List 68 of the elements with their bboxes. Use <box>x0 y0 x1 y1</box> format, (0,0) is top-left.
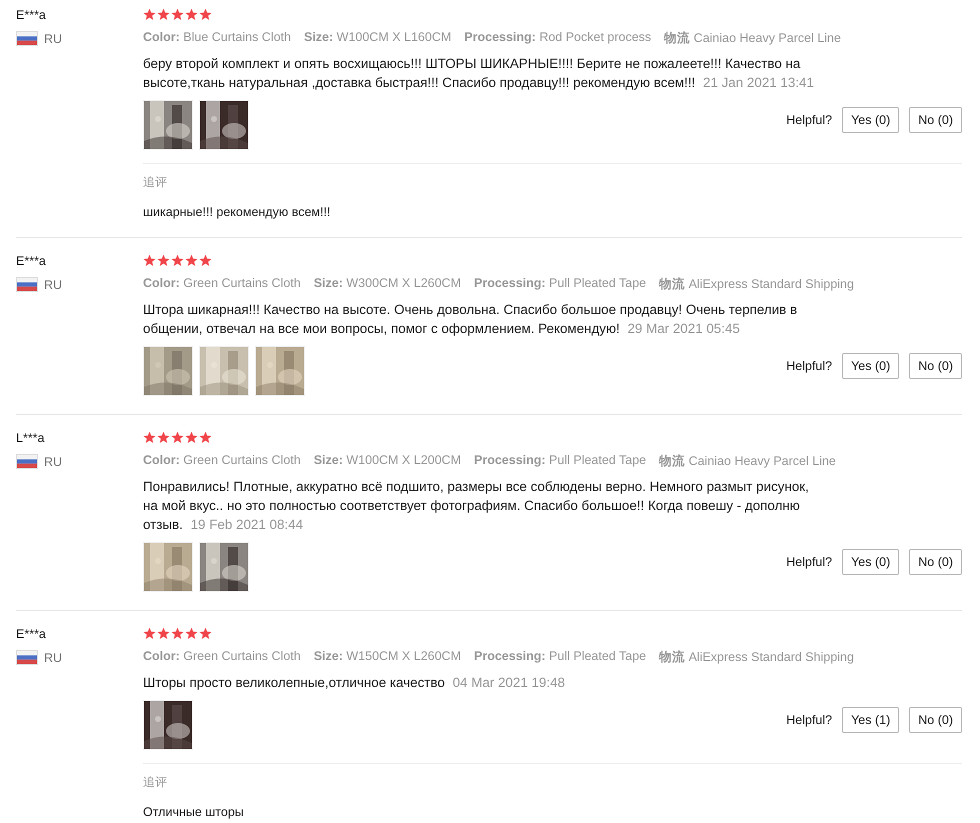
star-icon <box>185 431 198 444</box>
country-code: RU <box>44 32 62 46</box>
user-name: E***a <box>16 8 46 22</box>
product-attribute: Size: W100CM X L160CM <box>304 30 452 46</box>
yes-button[interactable]: Yes (0) <box>842 353 900 379</box>
star-icon <box>171 431 184 444</box>
star-icon <box>185 8 198 21</box>
country-code: RU <box>44 454 62 468</box>
no-button[interactable]: No (0) <box>909 353 962 379</box>
review-text: Понравились! Плотные, аккуратно всё подшито, размеры все соблюдены верно. Немного размыт рисунок, на мой вкус.. но это полностью соответствует фотографиям. Спасибо большое!! Когда повешу - дополню отзыв. 19 Feb 2021 08:44 <box>143 478 810 534</box>
product-attribute: Processing: Pull Pleated Tape <box>474 649 646 665</box>
star-icon <box>143 8 156 21</box>
user-name: E***a <box>16 254 46 268</box>
product-attribute: 物流 Cainiao Heavy Parcel Line <box>659 453 836 470</box>
star-icon <box>157 431 170 444</box>
star-icon <box>185 254 198 267</box>
product-attribute: Processing: Rod Pocket process <box>464 30 652 46</box>
no-button[interactable]: No (0) <box>909 707 962 733</box>
russia-flag-icon <box>16 277 38 292</box>
followup-label: 追评 <box>143 174 167 191</box>
star-icon <box>143 627 156 640</box>
product-attribute: Color: Blue Curtains Cloth <box>143 30 291 46</box>
helpful-label: Helpful? <box>786 555 832 569</box>
helpful-label: Helpful? <box>786 713 832 727</box>
no-button[interactable]: No (0) <box>909 549 962 575</box>
helpful-label: Helpful? <box>786 359 832 373</box>
star-icon <box>157 254 170 267</box>
star-icon <box>157 627 170 640</box>
country-code: RU <box>44 278 62 292</box>
star-icon <box>185 627 198 640</box>
helpful-label: Helpful? <box>786 113 832 127</box>
product-attribute: Processing: Pull Pleated Tape <box>474 453 646 469</box>
yes-button[interactable]: Yes (1) <box>842 707 900 733</box>
product-attribute: Size: W100CM X L200CM <box>314 453 461 469</box>
star-icon <box>199 431 212 444</box>
star-icon <box>199 8 212 21</box>
product-attribute: 物流 AliExpress Standard Shipping <box>659 276 854 293</box>
yes-button[interactable]: Yes (0) <box>842 107 900 133</box>
star-icon <box>157 8 170 21</box>
review-text: беру второй комплект и опять восхищаюсь!!! ШТОРЫ ШИКАРНЫЕ!!!! Берите не пожалеете!!! Качество на высоте,ткань натуральная ,доставка быстрая!!! Спасибо продавцу!!! рекомендую всем!!! 21 Jan 2021 13:41 <box>143 55 815 92</box>
star-icon <box>199 627 212 640</box>
review-text: Штора шикарная!!! Качество на высоте. Очень довольна. Спасибо большое продавцу! Очень терпелив в общении, отвечал на все мои вопросы, помог с оформлением. Рекомендую! 29 Mar 2021 05:45 <box>143 301 798 338</box>
followup-label: 追评 <box>143 774 167 791</box>
review-text: Шторы просто великолепные,отличное качество 04 Mar 2021 19:48 <box>143 674 566 692</box>
no-button[interactable]: No (0) <box>909 107 962 133</box>
followup-text: Отличные шторы <box>143 805 244 819</box>
star-icon <box>171 627 184 640</box>
product-attribute: Size: W300CM X L260CM <box>314 276 461 292</box>
user-name: E***a <box>16 627 46 641</box>
star-icon <box>171 8 184 21</box>
product-attribute: Color: Green Curtains Cloth <box>143 649 301 665</box>
russia-flag-icon <box>16 454 38 469</box>
user-name: L***a <box>16 431 44 445</box>
product-attribute: Processing: Pull Pleated Tape <box>474 276 646 292</box>
russia-flag-icon <box>16 31 38 46</box>
product-attribute: 物流 Cainiao Heavy Parcel Line <box>664 30 841 47</box>
product-attribute: Color: Green Curtains Cloth <box>143 453 301 469</box>
star-icon <box>143 431 156 444</box>
yes-button[interactable]: Yes (0) <box>842 549 900 575</box>
star-icon <box>199 254 212 267</box>
product-attribute: 物流 AliExpress Standard Shipping <box>659 649 854 666</box>
russia-flag-icon <box>16 650 38 665</box>
country-code: RU <box>44 650 62 664</box>
star-icon <box>143 254 156 267</box>
followup-text: шикарные!!! рекомендую всем!!! <box>143 205 330 219</box>
star-icon <box>171 254 184 267</box>
product-attribute: Color: Green Curtains Cloth <box>143 276 301 292</box>
product-attribute: Size: W150CM X L260CM <box>314 649 461 665</box>
